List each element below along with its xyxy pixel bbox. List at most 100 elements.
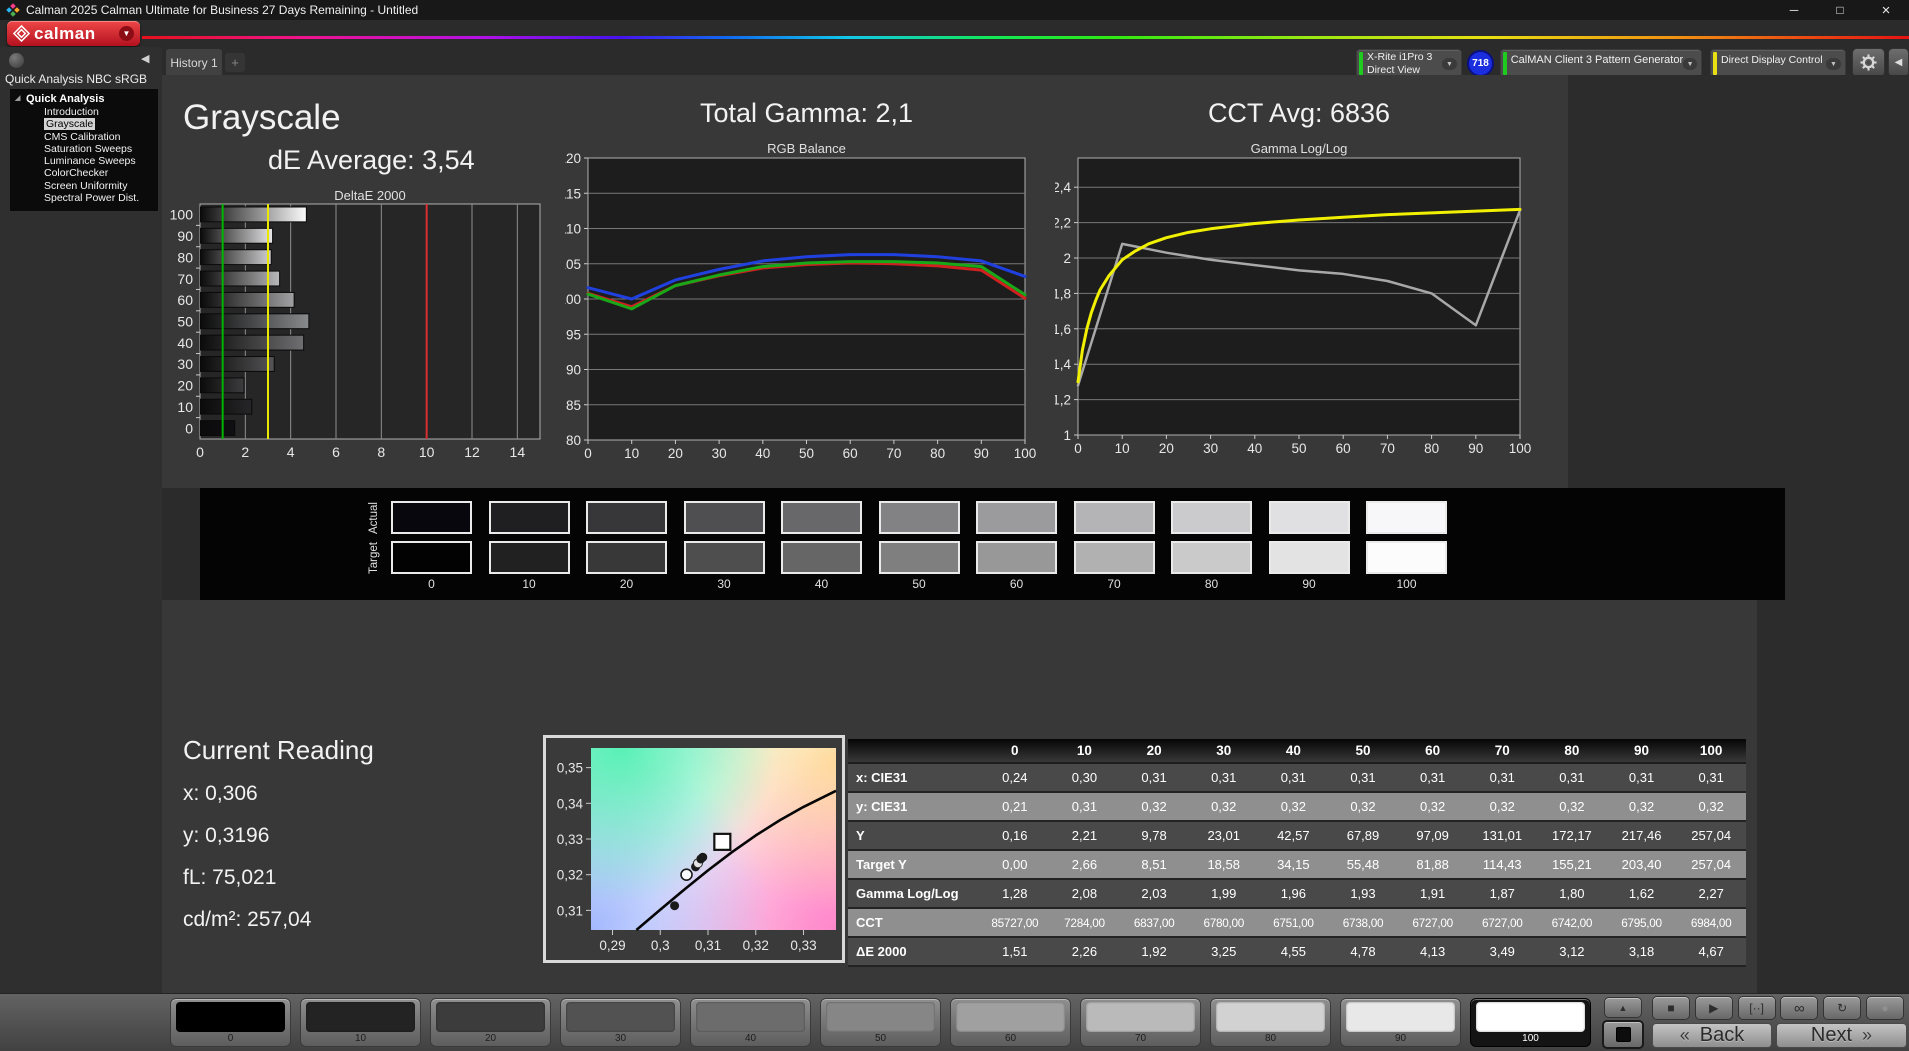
loop-button[interactable]: ↻: [1823, 996, 1862, 1020]
pattern-window-button[interactable]: [··]: [1737, 996, 1776, 1020]
svg-text:40: 40: [755, 446, 770, 461]
pattern-level-button-100[interactable]: 100: [1470, 998, 1591, 1047]
gear-icon: [1860, 54, 1877, 71]
svg-text:4: 4: [287, 444, 295, 460]
tree-root-quick-analysis[interactable]: ◢ Quick Analysis: [10, 93, 158, 105]
row-label: Gamma Log/Log: [856, 886, 959, 901]
svg-text:120: 120: [565, 151, 581, 166]
next-button[interactable]: Next »: [1776, 1023, 1907, 1048]
pattern-level-button-50[interactable]: 50: [820, 998, 941, 1047]
actual-swatch-20: [586, 501, 667, 534]
svg-text:1,8: 1,8: [1055, 286, 1071, 301]
sidebar-item-spectral-power-dist[interactable]: Spectral Power Dist.: [10, 192, 158, 204]
rgb-balance-chart: 80 85 90 95 100 105 110 115 120 0 10 20 30 40 50 60 70 80…: [558, 141, 1043, 461]
actual-swatch-10: [488, 501, 570, 534]
table-cell: 3,25: [1211, 944, 1237, 959]
next-label: Next: [1810, 1024, 1853, 1046]
target-swatch-40: [781, 541, 862, 574]
level-swatch: [176, 1002, 285, 1032]
tab-history-1[interactable]: History 1: [166, 49, 222, 76]
svg-text:95: 95: [566, 327, 581, 342]
add-tab-button[interactable]: +: [225, 53, 245, 72]
table-row-gamma-log-log: Gamma Log/Log 1,28 2,08 2,03 1,99 1,96 1,93 1,9…: [848, 880, 1746, 909]
band-level-label: 30: [717, 577, 731, 591]
meter-display-control[interactable]: Direct Display Control ▼: [1710, 49, 1846, 78]
sidebar-collapse-button[interactable]: ◀: [141, 52, 149, 65]
pattern-window-size-button[interactable]: [1602, 1020, 1644, 1049]
play-button[interactable]: ▶: [1694, 996, 1733, 1020]
table-cell: 1,28: [1002, 886, 1028, 901]
pattern-generator-name: CalMAN Client 3 Pattern Generator: [1510, 54, 1684, 66]
continuous-measure-button[interactable]: ∞: [1780, 996, 1819, 1020]
chevron-down-icon[interactable]: ▼: [1826, 58, 1841, 70]
expand-pattern-tray-button[interactable]: ▲: [1604, 997, 1642, 1018]
close-button[interactable]: ×: [1863, 0, 1909, 20]
stop-button[interactable]: ■: [1652, 996, 1690, 1020]
status-led[interactable]: ●: [1866, 996, 1904, 1020]
meter-probe[interactable]: X-Rite i1Pro 3 Direct View ▼: [1356, 49, 1462, 78]
sidebar-item-colorchecker[interactable]: ColorChecker: [10, 167, 158, 179]
column-header-80: 80: [1564, 743, 1580, 758]
pattern-level-button-70[interactable]: 70: [1080, 998, 1201, 1047]
target-swatch-30: [683, 541, 765, 574]
level-label: 40: [744, 1033, 757, 1044]
svg-text:0,31: 0,31: [557, 903, 583, 918]
calman-menu-button[interactable]: calman ▼: [7, 21, 140, 46]
restore-button[interactable]: □: [1817, 0, 1863, 20]
sidebar-item-cms-calibration[interactable]: CMS Calibration: [10, 131, 158, 143]
spectrum-bar: [142, 36, 1909, 39]
calman-diamond-icon: [13, 25, 30, 42]
table-cell: 34,15: [1277, 857, 1310, 872]
back-button[interactable]: « Back: [1652, 1023, 1772, 1048]
record-dot-icon[interactable]: [9, 53, 24, 68]
table-cell: 1,91: [1419, 886, 1446, 901]
calman-logo-label: calman: [34, 23, 96, 43]
table-cell: 0,31: [1559, 770, 1585, 785]
table-cell: 0,31: [1489, 770, 1515, 785]
svg-text:80: 80: [1424, 441, 1439, 456]
table-cell: 6727,00: [1481, 915, 1523, 930]
band-level-labels: 0 10 20 30 40 50 60 70 80 90 100: [391, 577, 1464, 591]
svg-text:100: 100: [170, 207, 193, 223]
band-level-label: 10: [522, 577, 536, 591]
table-row-y-cie31: y: CIE31 0,21 0,31 0,32 0,32 0,32 0,32 0,32 0,32…: [848, 793, 1746, 822]
pattern-level-button-90[interactable]: 90: [1340, 998, 1461, 1047]
chevron-down-icon[interactable]: ▼: [119, 26, 134, 41]
level-label: 10: [354, 1033, 367, 1044]
table-row-x-cie31: x: CIE31 0,24 0,30 0,31 0,31 0,31 0,31 0,31 0,31…: [848, 764, 1746, 793]
collapse-meters-button[interactable]: ◀: [1888, 48, 1909, 77]
band-level-label: 40: [814, 577, 829, 591]
sidebar-item-luminance-sweeps[interactable]: Luminance Sweeps: [10, 155, 158, 167]
band-level-label: 80: [1204, 577, 1219, 591]
pattern-level-button-80[interactable]: 80: [1210, 998, 1331, 1047]
meter-pattern-generator[interactable]: CalMAN Client 3 Pattern Generator ▼: [1500, 49, 1702, 78]
svg-text:40: 40: [177, 335, 193, 351]
column-header-50: 50: [1355, 743, 1371, 758]
pattern-level-button-60[interactable]: 60: [950, 998, 1071, 1047]
table-cell: 131,01: [1482, 828, 1523, 843]
sidebar-item-screen-uniformity[interactable]: Screen Uniformity: [10, 180, 158, 192]
table-cell: 0,16: [1002, 828, 1028, 843]
svg-text:2,4: 2,4: [1055, 180, 1071, 195]
table-cell: 2,26: [1071, 944, 1098, 959]
sidebar-item-saturation-sweeps[interactable]: Saturation Sweeps: [10, 143, 158, 155]
table-cell: 4,67: [1698, 944, 1724, 959]
table-cell: 6751,00: [1273, 915, 1314, 930]
chevron-down-icon[interactable]: ▼: [1683, 58, 1697, 70]
pattern-level-button-0[interactable]: 0: [170, 998, 291, 1047]
minimize-button[interactable]: ─: [1771, 0, 1817, 20]
actual-swatch-60: [976, 501, 1057, 534]
pattern-level-button-20[interactable]: 20: [430, 998, 551, 1047]
window-title: Calman 2025 Calman Ultimate for Business…: [26, 3, 419, 17]
pattern-level-button-10[interactable]: 10: [300, 998, 421, 1047]
window-size-icon: [1615, 1027, 1631, 1042]
chevron-down-icon[interactable]: ▼: [1442, 58, 1457, 70]
sidebar-item-grayscale[interactable]: Grayscale: [10, 118, 158, 131]
settings-button[interactable]: [1852, 48, 1885, 77]
tree-expander-icon[interactable]: ◢: [15, 94, 20, 102]
table-cell: 1,93: [1350, 886, 1376, 901]
pattern-level-button-40[interactable]: 40: [690, 998, 811, 1047]
svg-text:6: 6: [332, 444, 340, 460]
pattern-level-button-30[interactable]: 30: [560, 998, 681, 1047]
sidebar-item-introduction[interactable]: Introduction: [10, 106, 158, 118]
